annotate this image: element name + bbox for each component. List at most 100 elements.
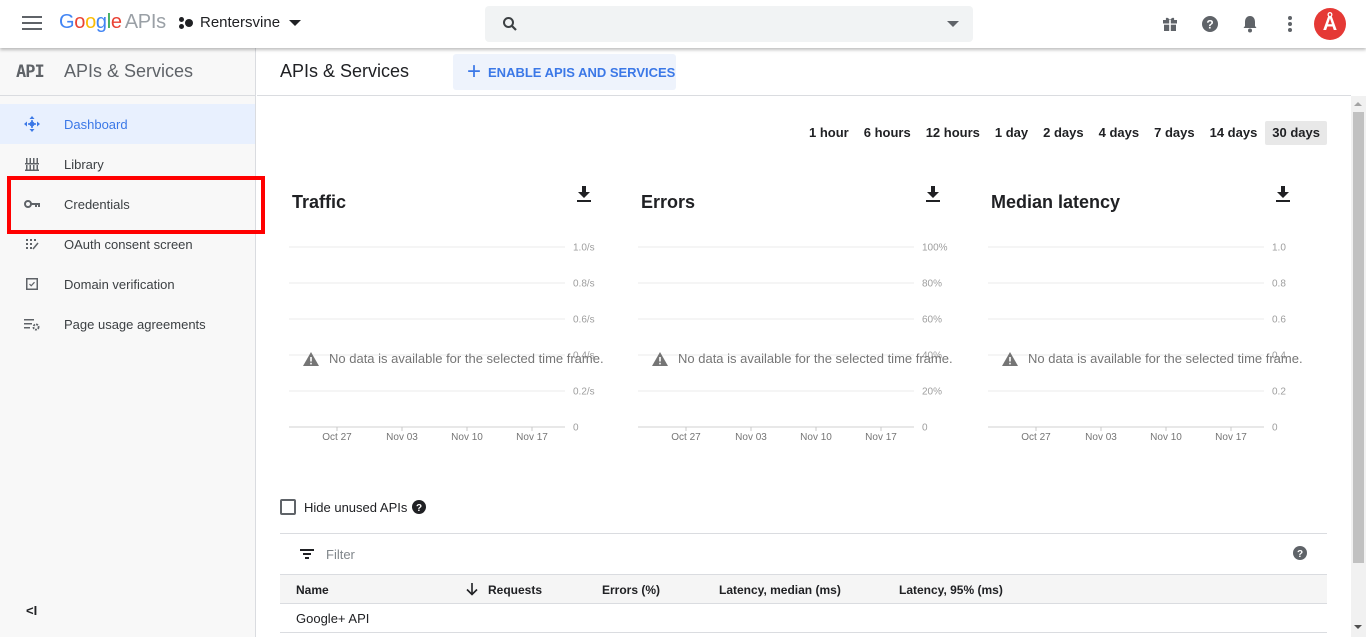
dashboard-icon (0, 116, 64, 132)
scroll-up-arrow-icon[interactable] (1354, 102, 1362, 106)
no-data-text: No data is available for the selected ti… (678, 351, 953, 366)
chart-plot: 100%80%60%40%20%0Oct 27 Nov 03 Nov 10 Nov 1… (638, 243, 948, 443)
sidebar-item-domain-verification[interactable]: Domain verification (0, 264, 255, 304)
svg-text:?: ? (1206, 18, 1213, 32)
api-name-cell[interactable]: Google+ API (296, 611, 369, 626)
range-30-days[interactable]: 30 days (1265, 121, 1327, 145)
google-apis-logo[interactable]: Google APIs (59, 11, 166, 34)
y-tick-label: 20% (922, 387, 942, 398)
logo-letter: o (85, 11, 96, 33)
help-icon[interactable]: ? (412, 500, 427, 514)
account-avatar[interactable]: Å (1314, 8, 1346, 40)
search-dropdown-icon[interactable] (947, 21, 959, 27)
library-icon (0, 157, 64, 171)
hide-unused-apis-row: Hide unused APIs ? (280, 499, 427, 515)
logo-letter: o (74, 11, 86, 33)
column-header-latency-95[interactable]: Latency, 95% (ms) (899, 583, 1003, 597)
sidebar-item-label: OAuth consent screen (64, 236, 193, 252)
svg-text:?: ? (1297, 549, 1303, 560)
y-tick-label: 0.2/s (573, 387, 595, 398)
apis-table: ? Name Requests Errors (%) Latency, medi… (280, 533, 1327, 633)
no-data-text: No data is available for the selected ti… (1028, 351, 1303, 366)
column-header-requests[interactable]: Requests (488, 583, 542, 597)
search-icon (503, 17, 517, 31)
traffic-chart: Traffic 1.0/s 0.8/s 0.6/s 0.4/s 0.2/s 0 Oct 27… (289, 178, 619, 448)
top-app-bar: Google APIs Rentersvine ? Å (0, 0, 1366, 48)
time-range-selector: 1 hour 6 hours 12 hours 1 day 2 days 4 d… (801, 121, 1327, 145)
more-vert-icon[interactable] (1280, 14, 1300, 34)
x-tick-label: Nov 03 (735, 432, 767, 443)
logo-letter: e (110, 11, 122, 33)
sort-descending-icon[interactable] (466, 583, 478, 596)
y-tick-label: 0.6 (1272, 315, 1286, 326)
x-tick-label: Nov 10 (1150, 432, 1182, 443)
sidebar-item-label: Dashboard (64, 116, 128, 132)
sidebar-item-page-usage-agreements[interactable]: Page usage agreements (0, 304, 255, 344)
enable-apis-label: ENABLE APIS AND SERVICES (488, 64, 676, 80)
y-tick-label: 80% (922, 279, 942, 290)
range-7-days[interactable]: 7 days (1147, 121, 1201, 145)
scrollbar-thumb[interactable] (1353, 112, 1364, 563)
enable-apis-button[interactable]: + ENABLE APIS AND SERVICES (453, 54, 676, 90)
sidebar-item-dashboard[interactable]: Dashboard (0, 104, 255, 144)
range-1-day[interactable]: 1 day (988, 121, 1035, 145)
range-4-days[interactable]: 4 days (1092, 121, 1146, 145)
column-header-latency-median[interactable]: Latency, median (ms) (719, 583, 841, 597)
project-selector[interactable]: Rentersvine (179, 14, 302, 31)
sidebar-item-label: Page usage agreements (64, 316, 206, 332)
help-icon[interactable]: ? (1293, 546, 1307, 560)
scroll-down-arrow-icon[interactable] (1354, 625, 1362, 629)
y-tick-label: 0.2 (1272, 387, 1286, 398)
vertical-scrollbar[interactable] (1351, 96, 1366, 637)
main-menu-icon[interactable] (22, 16, 42, 32)
sidebar-item-label: Library (64, 156, 104, 172)
x-tick-label: Oct 27 (1021, 432, 1051, 443)
y-tick-label: 0 (573, 423, 579, 434)
table-header: Name Requests Errors (%) Latency, median… (280, 574, 1327, 604)
range-2-days[interactable]: 2 days (1036, 121, 1090, 145)
collapse-sidebar-button[interactable]: <I (26, 603, 37, 618)
oauth-icon (0, 238, 64, 250)
main-content: APIs & Services + ENABLE APIS AND SERVIC… (257, 48, 1351, 637)
x-tick-label: Nov 10 (451, 432, 483, 443)
page-title: APIs & Services (280, 61, 410, 81)
table-row[interactable]: Google+ API (280, 604, 1327, 633)
range-6-hours[interactable]: 6 hours (857, 121, 918, 145)
no-data-text: No data is available for the selected ti… (329, 351, 604, 366)
project-name: Rentersvine (200, 14, 281, 31)
sidebar-item-credentials[interactable]: Credentials (0, 184, 255, 224)
notifications-bell-icon[interactable] (1240, 14, 1260, 34)
y-tick-label: 0 (922, 423, 928, 434)
column-header-errors[interactable]: Errors (%) (602, 583, 660, 597)
plus-icon: + (467, 58, 482, 85)
chevron-down-icon (289, 19, 302, 26)
sidebar-item-label: Domain verification (64, 276, 175, 292)
svg-text:?: ? (416, 503, 422, 514)
sidebar-header: API APIs & Services (0, 48, 255, 96)
no-data-notice: No data is available for the selected ti… (652, 351, 953, 366)
gift-icon[interactable] (1160, 14, 1180, 34)
sidebar-title: APIs & Services (64, 61, 194, 81)
column-header-name[interactable]: Name (296, 583, 329, 597)
project-dots-icon (179, 16, 193, 30)
range-12-hours[interactable]: 12 hours (919, 121, 987, 145)
search-input[interactable] (530, 14, 930, 34)
sidebar-nav: Dashboard Library Credentials OAuth cons… (0, 104, 255, 344)
y-tick-label: 60% (922, 315, 942, 326)
y-tick-label: 1.0 (1272, 243, 1286, 254)
search-bar[interactable] (485, 6, 973, 42)
y-tick-label: 0.6/s (573, 315, 595, 326)
help-icon[interactable]: ? (1200, 14, 1220, 34)
filter-input[interactable] (326, 546, 726, 562)
sidebar-item-oauth-consent-screen[interactable]: OAuth consent screen (0, 224, 255, 264)
sidebar-item-library[interactable]: Library (0, 144, 255, 184)
hide-unused-apis-label: Hide unused APIs (304, 499, 408, 515)
range-14-days[interactable]: 14 days (1203, 121, 1265, 145)
x-tick-label: Nov 17 (1215, 432, 1247, 443)
sidebar-item-label: Credentials (64, 196, 130, 212)
range-1-hour[interactable]: 1 hour (802, 121, 856, 145)
hide-unused-apis-checkbox[interactable] (280, 499, 296, 515)
no-data-notice: No data is available for the selected ti… (303, 351, 604, 366)
warning-icon (1002, 351, 1018, 366)
y-tick-label: 0 (1272, 423, 1278, 434)
